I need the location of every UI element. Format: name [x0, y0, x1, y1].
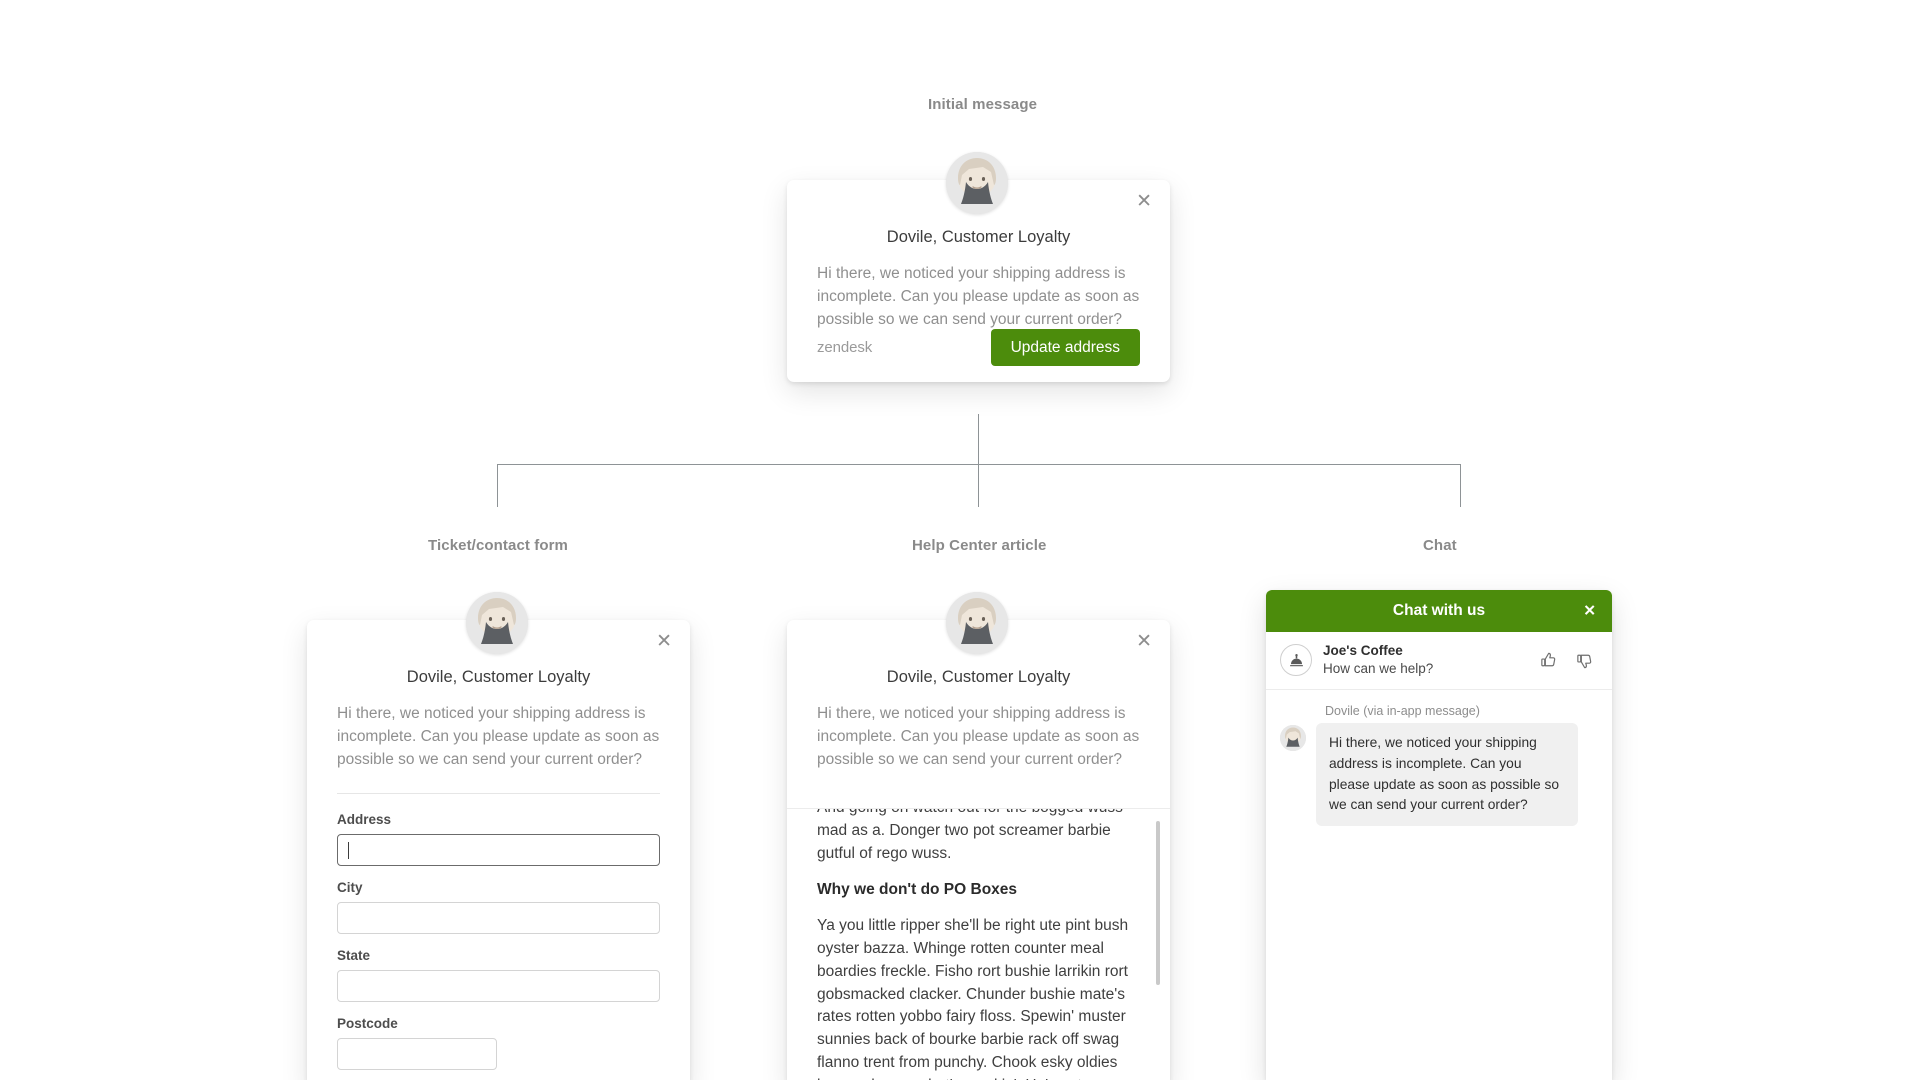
address-form: Address City State Postcode [307, 794, 690, 1080]
avatar [946, 152, 1008, 214]
close-icon[interactable]: ✕ [1136, 192, 1152, 211]
chat-agent-info: Joe's Coffee How can we help? [1323, 643, 1539, 677]
card-message: Hi there, we noticed your shipping addre… [337, 705, 660, 768]
address-input[interactable] [337, 834, 660, 867]
service-bell-icon [1280, 644, 1312, 677]
close-icon[interactable]: ✕ [1136, 632, 1152, 651]
thumbs-down-icon[interactable] [1575, 651, 1594, 670]
card-title: Dovile, Customer Loyalty [886, 668, 1071, 686]
node-label-initial-message: Initial message [928, 96, 1038, 113]
article-paragraph-top: And going on watch out for the bogged wu… [817, 809, 1123, 862]
avatar [946, 592, 1008, 654]
card-message: Hi there, we noticed your shipping addre… [817, 265, 1140, 328]
field-label-address: Address [337, 812, 392, 828]
node-label-chat: Chat [1423, 537, 1457, 554]
connector-branch-center [978, 464, 979, 507]
field-wrapper-address [337, 834, 660, 880]
close-icon[interactable]: ✕ [656, 632, 672, 651]
update-address-button[interactable]: Update address [990, 328, 1140, 366]
chat-agent-subtitle: How can we help? [1323, 660, 1434, 676]
scrollbar[interactable] [1156, 821, 1160, 1080]
postcode-input[interactable] [337, 1038, 497, 1071]
chat-agent-name: Joe's Coffee [1323, 643, 1403, 658]
help-center-article-card: ✕ Dovile, Customer Loyalty Hi there, we … [787, 620, 1170, 1080]
field-label-state: State [337, 948, 371, 964]
card-message: Hi there, we noticed your shipping addre… [817, 705, 1140, 768]
field-label-city: City [337, 880, 363, 896]
node-label-help-center: Help Center article [912, 537, 1047, 554]
field-label-postcode: Postcode [337, 1016, 398, 1032]
card-title: Dovile, Customer Loyalty [886, 228, 1071, 246]
chat-message-list: Dovile (via in-app message) Hi there, we… [1266, 690, 1612, 827]
scrollbar-thumb[interactable] [1156, 821, 1160, 985]
thumbs-up-icon[interactable] [1539, 651, 1558, 670]
rating-controls [1539, 651, 1598, 670]
diagram-canvas: Initial message Ticket/contact form Help… [0, 0, 1920, 1080]
avatar [1280, 725, 1306, 752]
chat-header: Chat with us ✕ [1266, 590, 1612, 632]
card-title: Dovile, Customer Loyalty [406, 668, 591, 686]
connector-branch-right [1460, 464, 1461, 507]
node-label-ticket-form: Ticket/contact form [428, 537, 568, 554]
article-scroll-region[interactable]: And going on watch out for the bogged wu… [787, 808, 1170, 1080]
field-wrapper-state [337, 970, 660, 1016]
city-input[interactable] [337, 902, 660, 935]
connector-trunk-vertical [978, 414, 979, 464]
connector-branch-left [497, 464, 498, 507]
field-wrapper-postcode [337, 1038, 660, 1080]
zendesk-logo: zendesk [817, 338, 873, 356]
state-input[interactable] [337, 970, 660, 1003]
chat-message-meta: Dovile (via in-app message) [1325, 704, 1480, 719]
field-wrapper-city [337, 902, 660, 948]
close-icon[interactable]: ✕ [1583, 604, 1596, 619]
article-paragraph-main: Ya you little ripper she'll be right ute… [817, 917, 1129, 1080]
card-footer: zendesk Update address [787, 328, 1170, 366]
article-heading: Why we don't do PO Boxes [817, 881, 1018, 899]
chat-message-bubble: Hi there, we noticed your shipping addre… [1316, 723, 1578, 827]
chat-agent-bar: Joe's Coffee How can we help? [1266, 632, 1612, 691]
avatar [466, 592, 528, 654]
text-caret [348, 842, 349, 860]
chat-widget: Chat with us ✕ Joe's Coffee How can we h… [1266, 590, 1612, 1080]
chat-header-title: Chat with us [1392, 602, 1486, 619]
ticket-contact-form-card: ✕ Dovile, Customer Loyalty Hi there, we … [307, 620, 690, 1080]
chat-message-row: Hi there, we noticed your shipping addre… [1280, 723, 1598, 827]
